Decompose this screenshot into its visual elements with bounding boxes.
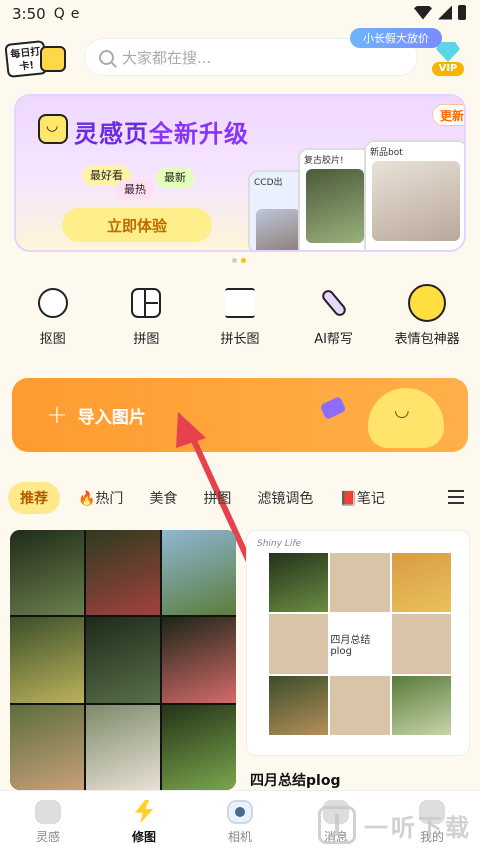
tab-food[interactable]: 美食 (149, 488, 177, 508)
battery-icon (458, 5, 466, 20)
feed-photo (162, 617, 236, 703)
plog-photo (391, 675, 451, 735)
tool-collage[interactable]: 拼图 (101, 280, 191, 360)
try-now-button[interactable]: 立即体验 (62, 208, 212, 242)
watermark-text: 一听下载 (364, 813, 472, 842)
preview-photo (256, 209, 300, 250)
plog-photo (391, 614, 451, 674)
search-placeholder: 大家都在搜... (122, 48, 212, 67)
calendar-icon (40, 46, 66, 72)
tab-notes[interactable]: 📕笔记 (339, 488, 384, 508)
banner-title: 灵感页全新升级 (74, 114, 249, 149)
plog-photo (269, 675, 329, 735)
watermark: 一听下载 (318, 806, 472, 844)
feed-card-plog[interactable]: Shiny Life 四月总结plog (246, 530, 470, 756)
tool-label: 拼图 (133, 332, 160, 347)
watermark-logo-icon (318, 806, 356, 844)
plog-photo (330, 553, 390, 613)
tab-recommend[interactable]: 推荐 (8, 482, 60, 514)
import-label: 导入图片 (77, 407, 146, 428)
feed-photo (10, 617, 84, 703)
wifi-icon (414, 5, 432, 20)
plog-grid: 四月总结plog (269, 553, 451, 735)
nav-label: 修图 (131, 829, 156, 844)
feed-card-collage[interactable] (10, 530, 236, 790)
nav-label: 灵感 (35, 829, 60, 844)
tool-row: 抠图 拼图 拼长图 AI帮写 表情包神器 (0, 280, 480, 360)
diamond-icon (436, 42, 460, 62)
signal-icon (438, 5, 452, 20)
preview-card: 复古胶片! (298, 148, 372, 250)
promo-pill[interactable]: 小长假大放价 (350, 28, 442, 48)
banner-tag: 最新 (156, 168, 194, 188)
category-tabs: 推荐 🔥热门 美食 拼图 滤镜调色 📕笔记 (0, 480, 480, 516)
carousel-dot (232, 258, 237, 263)
plog-photo (269, 614, 329, 674)
banner-title-part2: 全新升级 (149, 120, 249, 148)
vip-button[interactable]: VIP (430, 42, 466, 78)
tool-label: 表情包神器 (394, 332, 460, 347)
vip-label: VIP (432, 62, 464, 76)
nav-camera[interactable]: 相机 (200, 799, 280, 845)
app-status-icon: e (70, 6, 80, 22)
status-bar: 3:50 Q e (0, 0, 480, 28)
inspiration-icon (35, 799, 61, 824)
nav-inspiration[interactable]: 灵感 (8, 799, 88, 845)
tab-hot[interactable]: 🔥热门 (78, 488, 123, 508)
preview-card-label: 新品bot (370, 148, 403, 158)
banner-tag: 最热 (116, 180, 154, 200)
menu-icon[interactable] (448, 490, 464, 504)
tool-label: 拼长图 (220, 332, 260, 347)
plog-photo (391, 553, 451, 613)
nav-label: 相机 (227, 829, 252, 844)
search-status-icon: Q (53, 6, 65, 22)
daily-checkin-button[interactable]: 每日打卡! (4, 40, 66, 80)
feed-photo (162, 530, 236, 616)
preview-card: 新品bot (364, 140, 464, 250)
feed-photo (86, 530, 160, 616)
carousel-dot-active (241, 258, 246, 263)
preview-photo (372, 161, 460, 241)
plog-photo (269, 553, 329, 613)
carousel-dots (232, 258, 246, 263)
tab-filters[interactable]: 滤镜调色 (257, 488, 313, 508)
preview-card-label: 复古胶片! (304, 156, 344, 166)
cutout-icon (37, 288, 68, 318)
camera-icon (227, 799, 253, 824)
sticker-icon (408, 284, 447, 322)
tool-label: AI帮写 (314, 332, 353, 347)
edit-bolt-icon (134, 799, 154, 824)
feed-photo (162, 704, 236, 790)
nav-edit[interactable]: 修图 (104, 799, 184, 845)
tool-ai-write[interactable]: AI帮写 (289, 280, 379, 360)
search-icon (99, 49, 114, 65)
feed-photo (10, 704, 84, 790)
ai-pen-icon (319, 287, 348, 319)
feed-photo (86, 704, 160, 790)
collage-icon (131, 288, 162, 318)
tool-cutout[interactable]: 抠图 (8, 280, 98, 360)
top-header: 每日打卡! 大家都在搜... 小长假大放价 VIP (0, 28, 480, 90)
tool-long-image[interactable]: 拼长图 (195, 280, 285, 360)
preview-photo (306, 169, 364, 243)
feed-photo (10, 530, 84, 616)
status-time: 3:50 (12, 5, 46, 23)
plus-icon: + (46, 400, 68, 430)
tab-collage[interactable]: 拼图 (203, 488, 231, 508)
long-image-icon (224, 288, 255, 318)
plog-photo (330, 675, 390, 735)
banner-title-part1: 灵感页 (74, 120, 149, 148)
tool-label: 抠图 (39, 332, 66, 347)
feed-photo (86, 617, 160, 703)
update-badge: 更新 (432, 104, 464, 126)
app-logo-icon (38, 114, 68, 144)
tool-sticker[interactable]: 表情包神器 (382, 280, 472, 360)
plog-center-label: 四月总结plog (330, 614, 390, 674)
feed-card-header: Shiny Life (257, 539, 302, 549)
promo-banner[interactable]: 灵感页全新升级 最好看 最热 最新 立即体验 CCD出 复古胶片! 新品bot … (14, 94, 466, 252)
feed-card-title[interactable]: 四月总结plog (250, 770, 340, 790)
